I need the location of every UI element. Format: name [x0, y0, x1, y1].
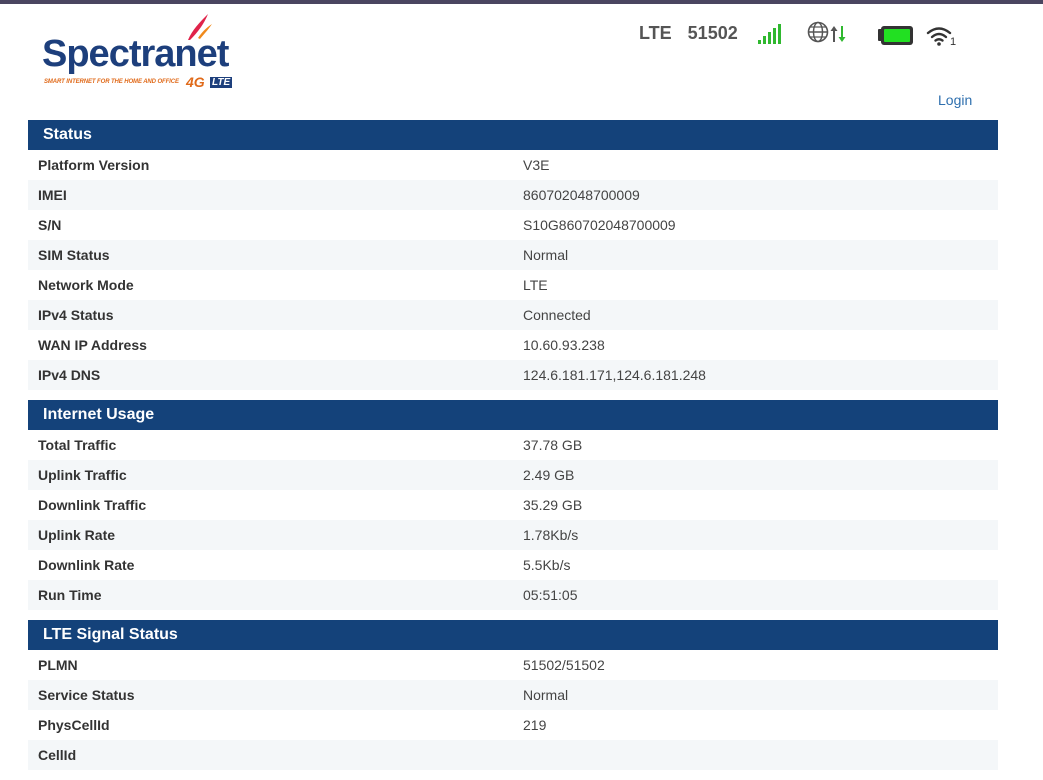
row-label: Uplink Rate: [38, 527, 116, 543]
row-value: 219: [523, 717, 547, 733]
main-content: Status Platform Version V3E IMEI 860702048…: [28, 120, 998, 780]
table-row: PLMN 51502/51502: [28, 650, 998, 680]
internet-usage-section: Internet Usage Total Traffic 37.78 GB Upl…: [28, 400, 998, 610]
row-value: 35.29 GB: [523, 497, 583, 513]
row-label: Downlink Rate: [38, 557, 135, 573]
row-label: S/N: [38, 217, 62, 233]
brand-name: Spectranet: [42, 33, 229, 75]
row-label: Service Status: [38, 687, 135, 703]
row-value: S10G860702048700009: [523, 217, 676, 233]
row-label: Run Time: [38, 587, 102, 603]
wifi-icon: [926, 27, 952, 46]
status-section: Status Platform Version V3E IMEI 860702048…: [28, 120, 998, 390]
network-plmn: 51502: [687, 23, 738, 43]
network-status: LTE 51502: [639, 23, 738, 44]
table-row: CellId: [28, 740, 998, 770]
brand-4g-badge: 4G: [186, 74, 205, 90]
row-label: SIM Status: [38, 247, 110, 263]
row-label: IPv4 DNS: [38, 367, 101, 383]
battery-icon: [878, 26, 913, 45]
row-value: Connected: [523, 307, 591, 323]
row-label: Total Traffic: [38, 437, 117, 453]
network-type: LTE: [639, 23, 672, 43]
globe-data-icon: [807, 21, 846, 43]
table-row: WAN IP Address 10.60.93.238: [28, 330, 998, 360]
table-row: S/N S10G860702048700009: [28, 210, 998, 240]
row-label: Uplink Traffic: [38, 467, 127, 483]
row-value: LTE: [523, 277, 548, 293]
login-link[interactable]: Login: [938, 92, 972, 108]
row-label: Downlink Traffic: [38, 497, 147, 513]
row-label: IMEI: [38, 187, 67, 203]
row-value: 2.49 GB: [523, 467, 575, 483]
row-value: 05:51:05: [523, 587, 578, 603]
top-border: [0, 0, 1043, 4]
table-row: Total Traffic 37.78 GB: [28, 430, 998, 460]
row-value: 51502/51502: [523, 657, 605, 673]
row-label: WAN IP Address: [38, 337, 147, 353]
signal-icon: [758, 24, 781, 44]
table-row: IMEI 860702048700009: [28, 180, 998, 210]
row-value: 37.78 GB: [523, 437, 583, 453]
row-value: 124.6.181.171,124.6.181.248: [523, 367, 706, 383]
table-row: Downlink Traffic 35.29 GB: [28, 490, 998, 520]
table-row: Network Mode LTE: [28, 270, 998, 300]
row-value: 5.5Kb/s: [523, 557, 571, 573]
section-header-status: Status: [28, 120, 998, 150]
row-value: 1.78Kb/s: [523, 527, 579, 543]
row-value: Normal: [523, 687, 569, 703]
section-header-internet-usage: Internet Usage: [28, 400, 998, 430]
wifi-client-count: 1: [950, 36, 957, 48]
table-row: PhysCellId 219: [28, 710, 998, 740]
brand-tagline: SMART INTERNET FOR THE HOME AND OFFICE: [44, 79, 179, 85]
row-label: IPv4 Status: [38, 307, 114, 323]
section-header-lte-signal: LTE Signal Status: [28, 620, 998, 650]
row-label: Platform Version: [38, 157, 150, 173]
row-label: CellId: [38, 747, 77, 763]
table-row: Platform Version V3E: [28, 150, 998, 180]
row-value: 10.60.93.238: [523, 337, 605, 353]
row-value: Normal: [523, 247, 569, 263]
table-row: Uplink Rate 1.78Kb/s: [28, 520, 998, 550]
table-row: SIM Status Normal: [28, 240, 998, 270]
row-value: 860702048700009: [523, 187, 640, 203]
row-label: Network Mode: [38, 277, 134, 293]
row-label: PhysCellId: [38, 717, 110, 733]
table-row: Uplink Traffic 2.49 GB: [28, 460, 998, 490]
table-row: Run Time 05:51:05: [28, 580, 998, 610]
lte-signal-section: LTE Signal Status PLMN 51502/51502 Servic…: [28, 620, 998, 770]
row-value: V3E: [523, 157, 550, 173]
table-row: IPv4 DNS 124.6.181.171,124.6.181.248: [28, 360, 998, 390]
table-row: Service Status Normal: [28, 680, 998, 710]
table-row: IPv4 Status Connected: [28, 300, 998, 330]
table-row: Downlink Rate 5.5Kb/s: [28, 550, 998, 580]
brand-lte-badge: LTE: [210, 77, 233, 88]
spectranet-logo: Spectranet SMART INTERNET FOR THE HOME A…: [42, 12, 242, 92]
row-label: PLMN: [38, 657, 78, 673]
